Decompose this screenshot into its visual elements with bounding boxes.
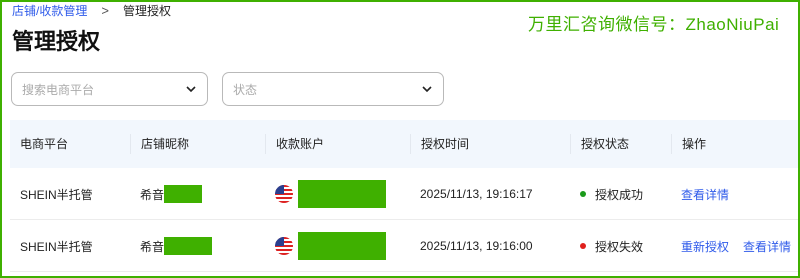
- view-details-link[interactable]: 查看详情: [743, 238, 791, 255]
- redacted-account-number: [298, 232, 386, 260]
- watermark-text: 万里汇咨询微信号：ZhaoNiuPai: [528, 15, 780, 34]
- status-select[interactable]: 状态: [222, 72, 444, 106]
- auth-status-text: 授权失效: [595, 239, 644, 254]
- account-cell: [265, 168, 386, 220]
- column-header-store-nickname: 店铺昵称: [130, 134, 189, 154]
- auth-status-cell: 授权成功: [570, 168, 643, 220]
- platform-cell: SHEIN半托管: [20, 239, 93, 254]
- auth-status-text: 授权成功: [595, 187, 644, 202]
- column-header-account: 收款账户: [265, 134, 324, 154]
- auth-status-cell: 授权失效: [570, 220, 643, 272]
- status-dot-icon: [580, 243, 586, 249]
- store-name-prefix: 希音: [140, 239, 165, 254]
- store-nickname-cell: 希音: [130, 168, 203, 220]
- status-dot-icon: [580, 191, 586, 197]
- column-header-platform: 电商平台: [20, 137, 69, 151]
- us-flag-icon: [275, 185, 293, 203]
- breadcrumb: 店铺/收款管理 > 管理授权: [12, 2, 171, 19]
- store-nickname-cell: 希音: [130, 220, 213, 272]
- column-header-auth-time: 授权时间: [410, 134, 469, 154]
- breadcrumb-parent-link[interactable]: 店铺/收款管理: [12, 2, 87, 19]
- account-cell: [265, 220, 386, 272]
- auth-time-cell: 2025/11/13, 19:16:00: [420, 239, 533, 253]
- table-row: SHEIN半托管 希音 2025/11/13, 19:16:17 授权成功 查看…: [10, 168, 798, 220]
- breadcrumb-separator: >: [101, 3, 109, 18]
- actions-cell: 重新授权 查看详情: [671, 220, 800, 272]
- chevron-down-icon: [186, 86, 196, 93]
- chevron-down-icon: [422, 86, 432, 93]
- redacted-store-name: [164, 185, 203, 203]
- column-header-auth-status: 授权状态: [570, 134, 629, 154]
- status-select-placeholder: 状态: [233, 82, 258, 97]
- actions-cell: 查看详情: [671, 168, 743, 220]
- reauthorize-link[interactable]: 重新授权: [681, 238, 729, 255]
- table-header: 电商平台 店铺昵称 收款账户 授权时间 授权状态 操作: [10, 120, 798, 168]
- breadcrumb-current: 管理授权: [122, 4, 171, 18]
- table-row: SHEIN半托管 希音 2025/11/13, 19:16:00 授权失效 重新…: [10, 220, 798, 272]
- platform-search-select[interactable]: 搜索电商平台: [11, 72, 208, 106]
- auth-time-cell: 2025/11/13, 19:16:17: [420, 187, 533, 201]
- view-details-link[interactable]: 查看详情: [681, 186, 729, 203]
- us-flag-icon: [275, 237, 293, 255]
- column-header-actions: 操作: [671, 134, 706, 154]
- platform-cell: SHEIN半托管: [20, 187, 93, 202]
- redacted-account-number: [298, 180, 386, 208]
- redacted-store-name: [164, 237, 213, 255]
- page-title: 管理授权: [12, 29, 101, 54]
- store-name-prefix: 希音: [140, 187, 165, 202]
- platform-search-placeholder: 搜索电商平台: [22, 82, 95, 97]
